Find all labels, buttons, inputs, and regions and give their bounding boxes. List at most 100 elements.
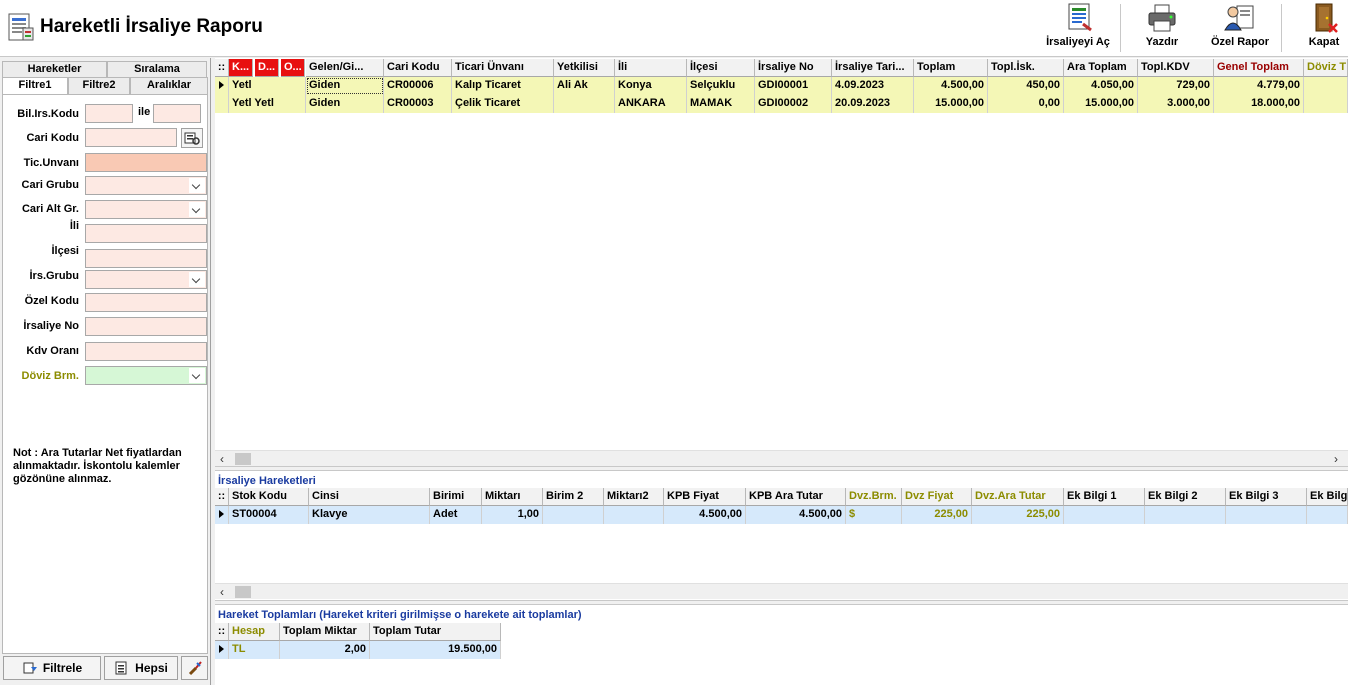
col-header[interactable]: Birimi [430, 488, 482, 506]
col-header[interactable]: İli [615, 59, 687, 77]
close-label: Kapat [1308, 36, 1340, 48]
cell: Adet [430, 506, 482, 524]
col-header[interactable]: Ek Bilgi 2 [1145, 488, 1226, 506]
waybill-grid-scrollbar[interactable]: ‹ › [215, 450, 1348, 466]
table-row[interactable]: Yetl Giden CR00006 Kalıp Ticaret Ali Ak … [215, 77, 1348, 95]
row-indicator [215, 95, 229, 113]
cell: CR00003 [384, 95, 452, 113]
tab-filtre1[interactable]: Filtre1 [2, 77, 68, 94]
col-header[interactable]: Ek Bilgi 1 [1064, 488, 1145, 506]
cell: MAMAK [687, 95, 755, 113]
col-header[interactable]: İrsaliye Tari... [832, 59, 914, 77]
col-header[interactable]: Dvz.Brm. [846, 488, 902, 506]
col-header[interactable]: Birim 2 [543, 488, 604, 506]
col-header[interactable]: KPB Fiyat [664, 488, 746, 506]
col-header[interactable]: Dvz Fiyat [902, 488, 972, 506]
splitter[interactable] [215, 600, 1348, 605]
cell: 3.000,00 [1138, 95, 1214, 113]
chevron-left-icon[interactable]: ‹ [220, 452, 224, 466]
cari-kodu-label: Cari Kodu [26, 132, 79, 144]
cari-alt-gr-label: Cari Alt Gr. [21, 203, 79, 215]
bil-irs-kodu-to-input[interactable] [153, 104, 201, 123]
kdv-orani-input[interactable] [85, 342, 207, 361]
ile-label: ile [138, 106, 151, 118]
cell: Yetl Yetl [229, 95, 306, 113]
col-header[interactable]: Gelen/Gi... [306, 59, 384, 77]
irsaliye-no-input[interactable] [85, 317, 207, 336]
irs-grubu-select[interactable] [85, 270, 207, 289]
scroll-thumb[interactable] [235, 453, 251, 465]
col-header[interactable]: Toplam Tutar [370, 623, 501, 641]
waybill-grid: :: K... D... O... Gelen/Gi... Cari Kodu … [215, 58, 1348, 468]
custom-report-button[interactable]: Özel Rapor [1206, 2, 1274, 54]
ozel-kodu-input[interactable] [85, 293, 207, 312]
col-header[interactable]: Yetkilisi [554, 59, 615, 77]
chevron-left-icon[interactable]: ‹ [220, 585, 224, 599]
col-header[interactable]: Topl.İsk. [988, 59, 1064, 77]
col-header[interactable]: D... [255, 59, 279, 77]
cell: 4.500,00 [914, 77, 988, 95]
row-indicator [215, 77, 229, 95]
print-button[interactable]: Yazdır [1134, 2, 1190, 54]
cell: 4.09.2023 [832, 77, 914, 95]
close-button[interactable]: Kapat [1302, 2, 1346, 54]
tab-hareketler[interactable]: Hareketler [2, 61, 107, 77]
col-header[interactable]: İrsaliye No [755, 59, 832, 77]
chevron-down-icon [189, 272, 205, 287]
col-header[interactable]: Ek Bilgi [1307, 488, 1348, 506]
table-row[interactable]: Yetl Yetl Giden CR00003 Çelik Ticaret AN… [215, 95, 1348, 113]
table-row[interactable]: ST00004 Klavye Adet 1,00 4.500,00 4.500,… [215, 506, 1348, 524]
cell: ST00004 [229, 506, 309, 524]
filter-button[interactable]: Filtrele [3, 656, 101, 680]
bil-irs-kodu-from-input[interactable] [85, 104, 133, 123]
col-header[interactable]: Dvz.Ara Tutar [972, 488, 1064, 506]
scroll-thumb[interactable] [235, 586, 251, 598]
table-row[interactable]: TL 2,00 19.500,00 [215, 641, 501, 659]
col-header[interactable]: Hesap [229, 623, 280, 641]
show-all-button[interactable]: Hepsi [104, 656, 178, 680]
doviz-brm-select[interactable] [85, 366, 207, 385]
filter-button-label: Filtrele [42, 661, 83, 675]
col-header[interactable]: Stok Kodu [229, 488, 309, 506]
cari-grubu-select[interactable] [85, 176, 207, 195]
tab-araliklar[interactable]: Aralıklar [130, 77, 208, 94]
chevron-down-icon [189, 178, 205, 193]
ili-input[interactable] [85, 224, 207, 243]
col-header[interactable]: Cari Kodu [384, 59, 452, 77]
col-header[interactable]: Toplam Miktar [280, 623, 370, 641]
col-header[interactable]: KPB Ara Tutar [746, 488, 846, 506]
open-waybill-button[interactable]: İrsaliyeyi Aç [1040, 2, 1116, 54]
clear-filters-button[interactable] [181, 656, 208, 680]
col-header[interactable]: Toplam [914, 59, 988, 77]
show-all-label: Hepsi [135, 661, 168, 675]
splitter[interactable] [215, 466, 1348, 471]
cell: 4.779,00 [1214, 77, 1304, 95]
cari-search-button[interactable] [181, 128, 203, 148]
col-header[interactable]: K... [229, 59, 253, 77]
col-header[interactable]: Genel Toplam [1214, 59, 1304, 77]
cell: 4.050,00 [1064, 77, 1138, 95]
grid-corner: :: [215, 488, 229, 506]
col-header[interactable]: Ticari Ünvanı [452, 59, 554, 77]
tic-unvani-input[interactable] [85, 153, 207, 172]
movements-grid-scrollbar[interactable]: ‹ [215, 583, 1348, 599]
cari-kodu-input[interactable] [85, 128, 177, 147]
cell [1064, 506, 1145, 524]
col-header[interactable]: Topl.KDV [1138, 59, 1214, 77]
col-header[interactable]: O... [281, 59, 305, 77]
cari-alt-gr-select[interactable] [85, 200, 207, 219]
col-header[interactable]: Miktarı [482, 488, 543, 506]
chevron-right-icon[interactable]: › [1334, 452, 1338, 466]
col-header[interactable]: Döviz T [1304, 59, 1348, 77]
tab-filtre2[interactable]: Filtre2 [68, 77, 130, 94]
cell: Giden [306, 95, 384, 113]
tab-siralama[interactable]: Sıralama [107, 61, 207, 77]
col-header[interactable]: İlçesi [687, 59, 755, 77]
ozel-kodu-label: Özel Kodu [24, 295, 79, 307]
ilcesi-input[interactable] [85, 249, 207, 268]
col-header[interactable]: Cinsi [309, 488, 430, 506]
col-header[interactable]: Ek Bilgi 3 [1226, 488, 1307, 506]
col-header[interactable]: Ara Toplam [1064, 59, 1138, 77]
lookup-icon [184, 132, 200, 145]
col-header[interactable]: Miktarı2 [604, 488, 664, 506]
